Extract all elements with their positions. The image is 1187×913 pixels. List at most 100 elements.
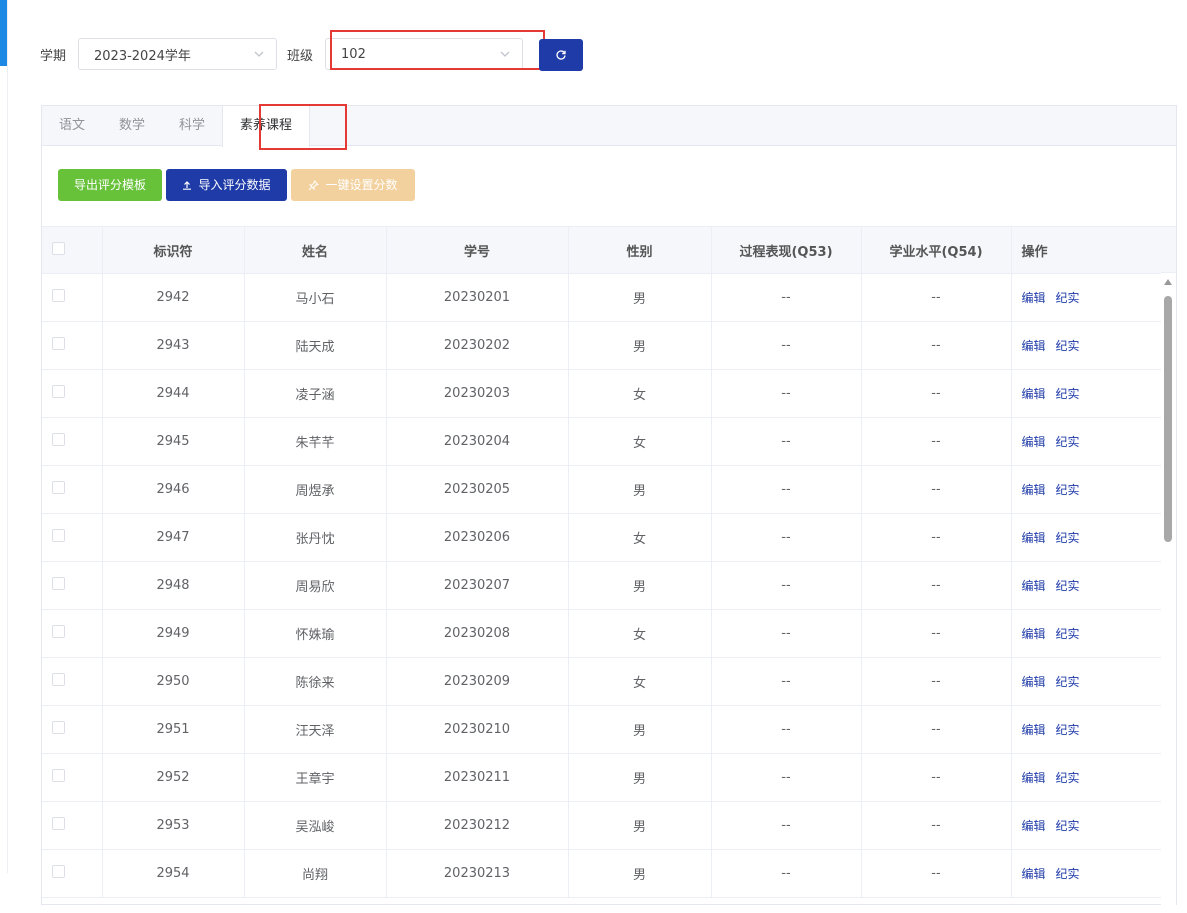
cell-operations: 编辑 纪实	[1011, 753, 1162, 802]
edit-link[interactable]: 编辑	[1022, 627, 1046, 641]
cell-id: 2945	[102, 417, 245, 466]
record-link[interactable]: 纪实	[1056, 531, 1080, 545]
row-select-cell	[42, 273, 103, 322]
edit-link[interactable]: 编辑	[1022, 339, 1046, 353]
import-data-button[interactable]: 导入评分数据	[166, 169, 287, 201]
cell-student-no: 20230204	[386, 417, 569, 466]
record-link[interactable]: 纪实	[1056, 819, 1080, 833]
scrollbar-thumb[interactable]	[1164, 296, 1172, 542]
cell-operations: 编辑 纪实	[1011, 849, 1162, 898]
cell-gender: 女	[568, 417, 712, 466]
row-checkbox[interactable]	[52, 673, 65, 686]
cell-gender: 男	[568, 801, 712, 850]
cell-name: 尚翔	[244, 849, 387, 898]
edit-link[interactable]: 编辑	[1022, 435, 1046, 449]
cell-operations: 编辑 纪实	[1011, 705, 1162, 754]
header-gutter	[1161, 226, 1176, 273]
edit-link[interactable]: 编辑	[1022, 531, 1046, 545]
cell-id: 2950	[102, 657, 245, 706]
cell-q53: --	[711, 753, 862, 802]
filter-bar: 学期 2023-2024学年 班级 102	[40, 30, 583, 71]
edit-link[interactable]: 编辑	[1022, 771, 1046, 785]
record-link[interactable]: 纪实	[1056, 675, 1080, 689]
row-checkbox[interactable]	[52, 625, 65, 638]
cell-id: 2943	[102, 321, 245, 370]
scroll-up-icon[interactable]	[1164, 279, 1172, 285]
table-row: 2950 陈徐来 20230209 女 -- -- 编辑 纪实	[42, 657, 1162, 706]
header-id: 标识符	[102, 226, 245, 274]
record-link[interactable]: 纪实	[1056, 867, 1080, 881]
record-link[interactable]: 纪实	[1056, 339, 1080, 353]
sidebar-accent-bar	[0, 0, 7, 66]
cell-operations: 编辑 纪实	[1011, 801, 1162, 850]
cell-gender: 男	[568, 705, 712, 754]
header-operations: 操作	[1011, 226, 1162, 274]
cell-name: 周易欣	[244, 561, 387, 610]
edit-link[interactable]: 编辑	[1022, 675, 1046, 689]
row-select-cell	[42, 609, 103, 658]
edit-link[interactable]: 编辑	[1022, 867, 1046, 881]
cell-gender: 女	[568, 513, 712, 562]
row-checkbox[interactable]	[52, 481, 65, 494]
cell-q53: --	[711, 417, 862, 466]
edit-link[interactable]: 编辑	[1022, 291, 1046, 305]
record-link[interactable]: 纪实	[1056, 387, 1080, 401]
cell-operations: 编辑 纪实	[1011, 657, 1162, 706]
table-scrollbar[interactable]	[1161, 273, 1176, 913]
record-link[interactable]: 纪实	[1056, 627, 1080, 641]
cell-name: 吴泓峻	[244, 801, 387, 850]
cell-q53: --	[711, 321, 862, 370]
class-select[interactable]: 102	[325, 38, 524, 70]
row-checkbox[interactable]	[52, 433, 65, 446]
record-link[interactable]: 纪实	[1056, 483, 1080, 497]
cell-q53: --	[711, 801, 862, 850]
class-select-value: 102	[341, 46, 366, 62]
cell-q53: --	[711, 561, 862, 610]
record-link[interactable]: 纪实	[1056, 291, 1080, 305]
cell-q54: --	[861, 513, 1012, 562]
edit-link[interactable]: 编辑	[1022, 387, 1046, 401]
tab-literacy-course[interactable]: 素养课程	[222, 106, 311, 147]
tab-science[interactable]: 科学	[162, 106, 222, 146]
cell-q54: --	[861, 561, 1012, 610]
cell-gender: 男	[568, 753, 712, 802]
row-checkbox[interactable]	[52, 385, 65, 398]
term-select[interactable]: 2023-2024学年	[78, 38, 278, 70]
tab-chinese[interactable]: 语文	[42, 106, 102, 146]
export-template-button[interactable]: 导出评分模板	[58, 169, 162, 201]
row-checkbox[interactable]	[52, 817, 65, 830]
header-gender: 性别	[568, 226, 712, 274]
cell-id: 2948	[102, 561, 245, 610]
cell-id: 2953	[102, 801, 245, 850]
set-score-button[interactable]: 一键设置分数	[291, 169, 415, 201]
edit-link[interactable]: 编辑	[1022, 483, 1046, 497]
cell-student-no: 20230213	[386, 849, 569, 898]
edit-link[interactable]: 编辑	[1022, 723, 1046, 737]
table-header-row: 标识符 姓名 学号 性别 过程表现(Q53) 学业水平(Q54) 操作	[42, 226, 1162, 274]
select-all-checkbox[interactable]	[52, 241, 65, 255]
record-link[interactable]: 纪实	[1056, 771, 1080, 785]
refresh-button[interactable]	[539, 39, 583, 71]
record-link[interactable]: 纪实	[1056, 435, 1080, 449]
row-checkbox[interactable]	[52, 865, 65, 878]
row-checkbox[interactable]	[52, 529, 65, 542]
row-checkbox[interactable]	[52, 289, 65, 302]
record-link[interactable]: 纪实	[1056, 579, 1080, 593]
table-row: 2954 尚翔 20230213 男 -- -- 编辑 纪实	[42, 849, 1162, 898]
row-checkbox[interactable]	[52, 721, 65, 734]
row-checkbox[interactable]	[52, 577, 65, 590]
table-row: 2949 怀姝瑜 20230208 女 -- -- 编辑 纪实	[42, 609, 1162, 658]
cell-id: 2942	[102, 273, 245, 322]
row-checkbox[interactable]	[52, 337, 65, 350]
select-all-cell	[42, 226, 103, 274]
cell-name: 马小石	[244, 273, 387, 322]
cell-student-no: 20230211	[386, 753, 569, 802]
row-checkbox[interactable]	[52, 769, 65, 782]
refresh-icon	[556, 50, 566, 60]
cell-student-no: 20230203	[386, 369, 569, 418]
edit-link[interactable]: 编辑	[1022, 819, 1046, 833]
record-link[interactable]: 纪实	[1056, 723, 1080, 737]
cell-student-no: 20230210	[386, 705, 569, 754]
edit-link[interactable]: 编辑	[1022, 579, 1046, 593]
tab-math[interactable]: 数学	[102, 106, 162, 146]
